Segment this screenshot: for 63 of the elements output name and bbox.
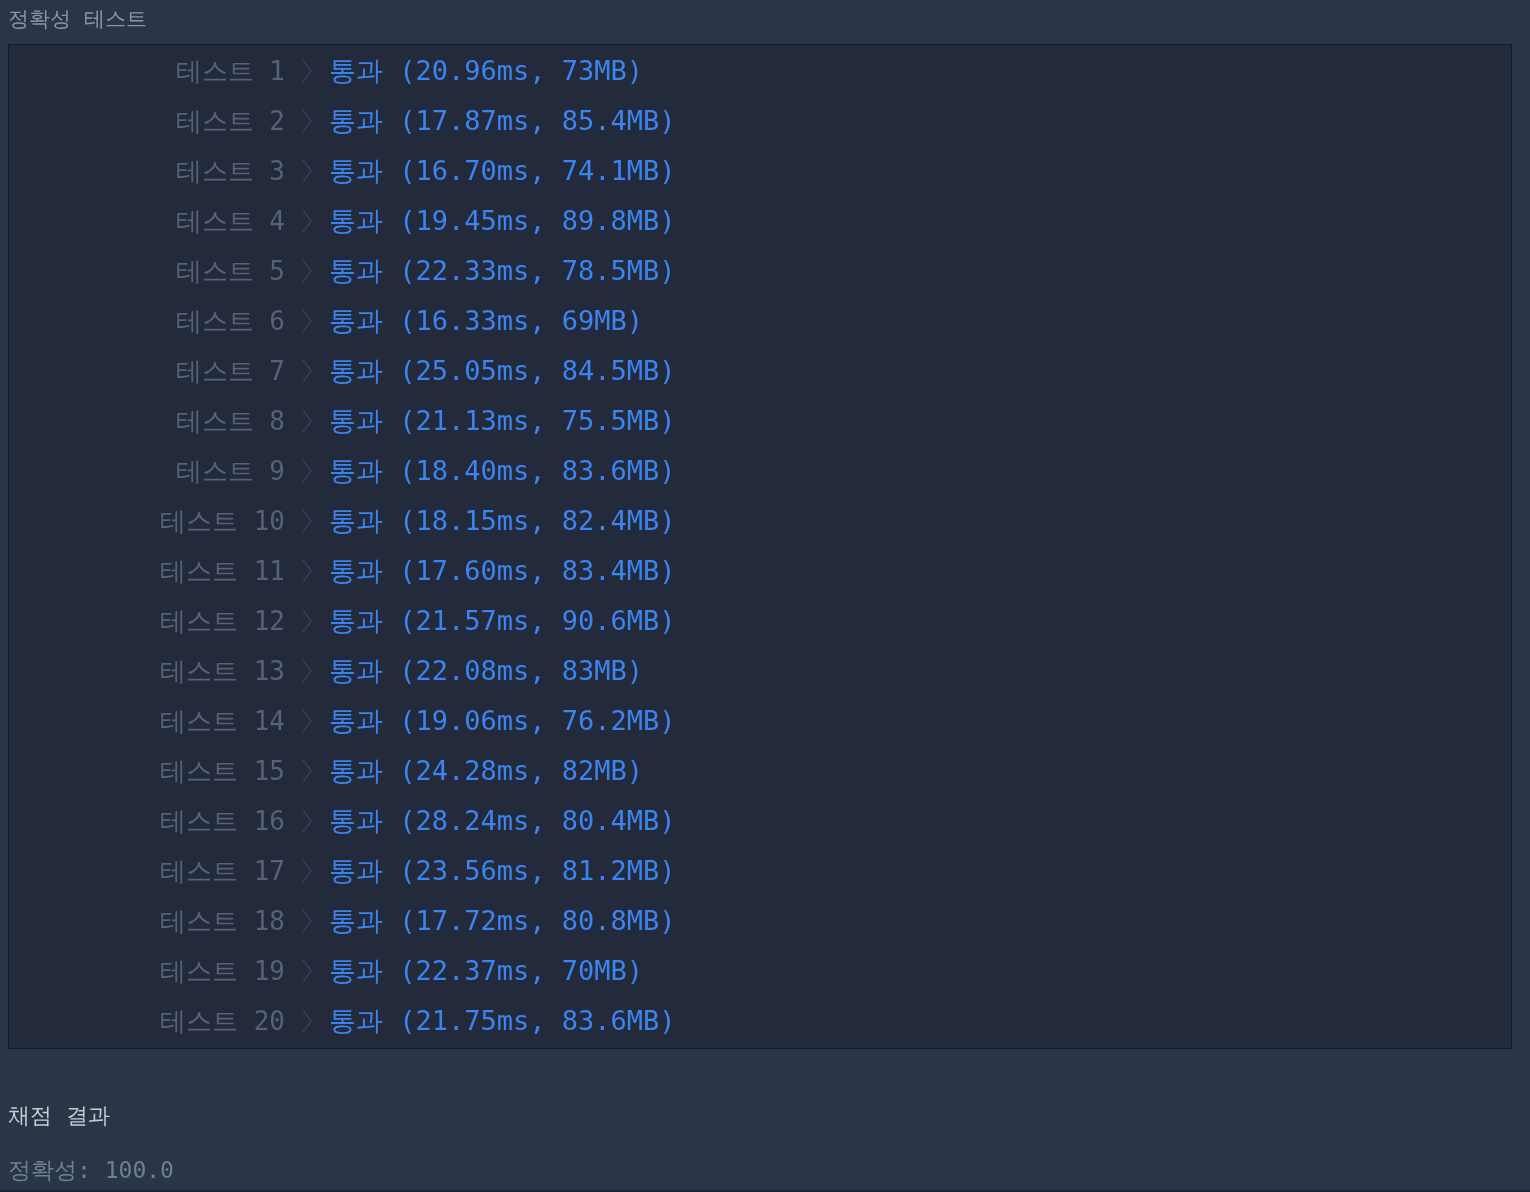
chevron-icon [301,308,313,334]
chevron-icon [301,458,313,484]
chevron-icon [301,708,313,734]
test-label: 테스트 6 [175,305,285,338]
chevron-icon [301,358,313,384]
chevron-icon [301,1008,313,1034]
chevron-icon [301,608,313,634]
test-result: 통과 (17.72ms, 80.8MB) [329,904,677,938]
chevron-icon [301,208,313,234]
test-label: 테스트 19 [160,955,285,988]
chevron-icon [301,558,313,584]
chevron-icon [301,908,313,934]
result-title: 채점 결과 [7,1102,111,1130]
test-result: 통과 (22.08ms, 83MB) [329,654,645,688]
test-result: 통과 (25.05ms, 84.5MB) [329,354,677,388]
test-result: 통과 (17.87ms, 85.4MB) [329,104,677,138]
chevron-icon [301,508,313,534]
test-label: 테스트 4 [175,205,285,238]
chevron-icon [301,258,313,284]
section-heading: 정확성 테스트 [7,6,149,33]
test-label: 테스트 7 [175,355,285,388]
test-label: 테스트 15 [160,755,285,788]
test-label: 테스트 18 [160,905,285,938]
test-result: 통과 (16.70ms, 74.1MB) [329,154,677,188]
test-result: 통과 (19.06ms, 76.2MB) [329,704,677,738]
test-label: 테스트 10 [160,505,285,538]
score-text: 정확성: 100.0 [7,1156,175,1185]
test-result: 통과 (21.13ms, 75.5MB) [329,404,677,438]
chevron-icon [301,758,313,784]
test-label: 테스트 13 [160,655,285,688]
test-label: 테스트 3 [175,155,285,188]
chevron-icon [301,408,313,434]
chevron-icon [301,658,313,684]
test-label: 테스트 8 [175,405,285,438]
test-result: 통과 (18.15ms, 82.4MB) [329,504,677,538]
test-result: 통과 (21.75ms, 83.6MB) [329,1004,677,1038]
chevron-icon [301,858,313,884]
chevron-icon [301,58,313,84]
test-label: 테스트 5 [175,255,285,288]
chevron-icon [301,108,313,134]
test-label: 테스트 11 [160,555,285,588]
test-label: 테스트 1 [175,55,285,88]
test-result: 통과 (17.60ms, 83.4MB) [329,554,677,588]
test-result: 통과 (21.57ms, 90.6MB) [329,604,677,638]
test-label: 테스트 20 [160,1005,285,1038]
test-label: 테스트 16 [160,805,285,838]
test-result: 통과 (19.45ms, 89.8MB) [329,204,677,238]
test-label: 테스트 2 [175,105,285,138]
test-result: 통과 (18.40ms, 83.6MB) [329,454,677,488]
test-result: 통과 (16.33ms, 69MB) [329,304,645,338]
test-result: 통과 (22.37ms, 70MB) [329,954,645,988]
chevron-icon [301,808,313,834]
test-label: 테스트 12 [160,605,285,638]
test-result: 통과 (28.24ms, 80.4MB) [329,804,677,838]
test-result: 통과 (23.56ms, 81.2MB) [329,854,677,888]
test-result: 통과 (20.96ms, 73MB) [329,54,645,88]
test-label: 테스트 9 [175,455,285,488]
test-result: 통과 (22.33ms, 78.5MB) [329,254,677,288]
test-label: 테스트 14 [160,705,285,738]
test-label: 테스트 17 [160,855,285,888]
chevron-icon [301,958,313,984]
test-result: 통과 (24.28ms, 82MB) [329,754,645,788]
chevron-icon [301,158,313,184]
